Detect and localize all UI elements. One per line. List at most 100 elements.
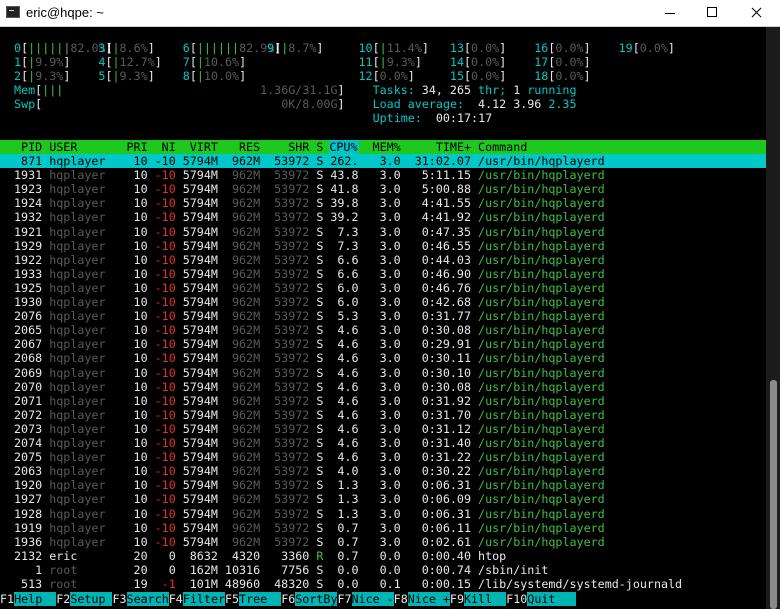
process-row[interactable]: 871 hqplayer 10 -10 5794M 962M 53972 S 262. 3.0 31… bbox=[0, 154, 766, 168]
column-header-mem[interactable]: MEM% bbox=[373, 140, 401, 154]
process-row[interactable]: 1927 hqplayer 10 -10 5794M 962M 53972 S 1.3 3.0 0:… bbox=[0, 492, 766, 506]
process-row[interactable]: 1933 hqplayer 10 -10 5794M 962M 53972 S 6.6 3.0 0:… bbox=[0, 267, 766, 281]
process-ni: -10 bbox=[154, 252, 176, 267]
process-s: S bbox=[316, 182, 324, 197]
process-row[interactable]: 2132 eric 20 0 8632 4320 3360 R 0.7 0.0 0:00.40 hto… bbox=[0, 549, 766, 563]
process-row[interactable]: 513 root 19 -1 101M 48960 48320 S 0.0 0.1 0:00.15 /… bbox=[0, 577, 766, 591]
column-header-ni[interactable]: NI bbox=[162, 140, 176, 154]
cpu-meter-percent: 9.3% bbox=[35, 69, 64, 83]
process-row[interactable]: 1922 hqplayer 10 -10 5794M 962M 53972 S 6.6 3.0 0:… bbox=[0, 253, 766, 267]
process-shr: 53972 bbox=[274, 323, 310, 338]
process-row[interactable]: 1921 hqplayer 10 -10 5794M 962M 53972 S 7.3 3.0 0:… bbox=[0, 225, 766, 239]
process-mem: 3.0 bbox=[379, 252, 401, 267]
scrollbar-thumb[interactable] bbox=[770, 380, 777, 609]
process-row[interactable]: 1928 hqplayer 10 -10 5794M 962M 53972 S 1.3 3.0 0:… bbox=[0, 507, 766, 521]
column-header-s[interactable]: S bbox=[316, 140, 323, 154]
process-row[interactable]: 2076 hqplayer 10 -10 5794M 962M 53972 S 5.3 3.0 0:… bbox=[0, 309, 766, 323]
fkey-label: Setup bbox=[70, 592, 113, 606]
process-row[interactable]: 2063 hqplayer 10 -10 5794M 962M 53972 S 4.0 3.0 0:… bbox=[0, 464, 766, 478]
process-user: hqplayer bbox=[49, 309, 106, 324]
fkey-f8[interactable]: F8Nice + bbox=[394, 592, 450, 606]
column-header-user[interactable]: USER bbox=[49, 140, 77, 154]
column-header-cpu[interactable]: CPU% bbox=[328, 140, 359, 154]
process-time: 0:31.92 bbox=[421, 393, 471, 408]
process-shr: 3360 bbox=[281, 548, 310, 563]
process-virt: 5794M bbox=[182, 506, 218, 521]
column-header-shr[interactable]: SHR bbox=[288, 140, 309, 154]
process-s: S bbox=[316, 506, 324, 521]
column-header-virt[interactable]: VIRT bbox=[190, 140, 218, 154]
process-row[interactable]: 1931 hqplayer 10 -10 5794M 962M 53972 S 43.8 3.0 5… bbox=[0, 168, 766, 182]
fkey-f10[interactable]: F10Quit bbox=[506, 592, 577, 606]
window-titlebar[interactable]: eric@hqpe: ~ bbox=[0, 0, 780, 27]
cpu-meter-3: 3[|8.6%] bbox=[98, 41, 154, 55]
cpu-meter-bars: | bbox=[196, 69, 204, 83]
close-button[interactable] bbox=[734, 0, 778, 26]
process-pri: 10 bbox=[133, 379, 148, 394]
column-header-pri[interactable]: PRI bbox=[127, 140, 148, 154]
process-row[interactable]: 2068 hqplayer 10 -10 5794M 962M 53972 S 4.6 3.0 0:… bbox=[0, 351, 766, 365]
process-cpu: 7.3 bbox=[337, 224, 359, 239]
process-row[interactable]: 1929 hqplayer 10 -10 5794M 962M 53972 S 7.3 3.0 0:… bbox=[0, 239, 766, 253]
cpu-meter-percent: 0.0% bbox=[555, 41, 584, 55]
process-pri: 10 bbox=[133, 238, 148, 253]
cpu-meter-percent: 9.3% bbox=[386, 55, 415, 69]
process-row[interactable]: 1930 hqplayer 10 -10 5794M 962M 53972 S 6.0 3.0 0:… bbox=[0, 295, 766, 309]
process-res: 962M bbox=[231, 492, 261, 507]
fkey-f9[interactable]: F9Kill bbox=[450, 592, 507, 606]
process-row[interactable]: 1920 hqplayer 10 -10 5794M 962M 53972 S 1.3 3.0 0:… bbox=[0, 478, 766, 492]
process-row[interactable]: 2069 hqplayer 10 -10 5794M 962M 53972 S 4.6 3.0 0:… bbox=[0, 366, 766, 380]
terminal-view[interactable]: 0[||||||82.0%] 3[|8.6%] 6[||||||82.9%] 9[|8… bbox=[0, 27, 766, 609]
process-row[interactable]: 1936 hqplayer 10 -10 5794M 962M 53972 S 0.7 3.0 0:… bbox=[0, 535, 766, 549]
column-header-res[interactable]: RES bbox=[239, 140, 260, 154]
process-shr: 53972 bbox=[274, 224, 310, 239]
process-mem: 3.0 bbox=[379, 407, 401, 422]
process-row[interactable]: 2072 hqplayer 10 -10 5794M 962M 53972 S 4.6 3.0 0:… bbox=[0, 408, 766, 422]
column-header-pid[interactable]: PID bbox=[21, 140, 42, 154]
process-table-header[interactable]: PID USER PRI NI VIRT RES SHR S CPU% MEM% TIME+ Comm… bbox=[0, 140, 766, 154]
meter-bracket: [ bbox=[105, 69, 113, 83]
process-row[interactable]: 1 root 20 0 162M 10316 7756 S 0.0 0.0 0:00.74/sbin… bbox=[0, 563, 766, 577]
fkey-f6[interactable]: F6SortBy bbox=[281, 592, 338, 606]
process-res: 962M bbox=[231, 323, 261, 338]
process-row[interactable]: 2065 hqplayer 10 -10 5794M 962M 53972 S 4.6 3.0 0:… bbox=[0, 323, 766, 337]
maximize-button[interactable] bbox=[690, 0, 734, 26]
process-cmd: /usr/bin/hqplayerd bbox=[478, 365, 605, 380]
process-row[interactable]: 2074 hqplayer 10 -10 5794M 962M 53972 S 4.6 3.0 0:… bbox=[0, 436, 766, 450]
process-mem: 3.0 bbox=[379, 379, 401, 394]
fkey-f1[interactable]: F1Help bbox=[0, 592, 57, 606]
process-row[interactable]: 2071 hqplayer 10 -10 5794M 962M 53972 S 4.6 3.0 0:… bbox=[0, 394, 766, 408]
fkey-f7[interactable]: F7Nice - bbox=[337, 592, 394, 606]
column-header-time[interactable]: TIME+ bbox=[436, 140, 471, 154]
cpu-meter-9: 9[|8.7%] bbox=[267, 41, 323, 55]
process-s: S bbox=[316, 252, 324, 267]
process-pri: 10 bbox=[133, 266, 148, 281]
process-s: S bbox=[316, 224, 324, 239]
running-value: 1 bbox=[513, 83, 521, 97]
process-row[interactable]: 2070 hqplayer 10 -10 5794M 962M 53972 S 4.6 3.0 0:… bbox=[0, 380, 766, 394]
fkey-f4[interactable]: F4Filter bbox=[169, 592, 225, 606]
fkey-f5[interactable]: F5Tree bbox=[225, 592, 282, 606]
fkey-f2[interactable]: F2Setup bbox=[56, 592, 113, 606]
process-cmd: /usr/bin/hqplayerd bbox=[478, 351, 605, 366]
process-pid: 1925 bbox=[14, 280, 43, 295]
cpu-meter-8: 8[|10.0%] bbox=[183, 69, 246, 83]
process-cmd: /usr/bin/hqplayerd bbox=[478, 182, 605, 197]
process-row[interactable]: 1925 hqplayer 10 -10 5794M 962M 53972 S 6.0 3.0 0:… bbox=[0, 281, 766, 295]
process-row[interactable]: 1923 hqplayer 10 -10 5794M 962M 53972 S 41.8 3.0 5… bbox=[0, 182, 766, 196]
process-row[interactable]: 1932 hqplayer 10 -10 5794M 962M 53972 S 39.2 3.0 4… bbox=[0, 210, 766, 224]
column-header-command[interactable]: Command bbox=[478, 140, 527, 154]
process-ni: -10 bbox=[154, 492, 176, 507]
process-row[interactable]: 2075 hqplayer 10 -10 5794M 962M 53972 S 4.6 3.0 0:… bbox=[0, 450, 766, 464]
process-row[interactable]: 2073 hqplayer 10 -10 5794M 962M 53972 S 4.6 3.0 0:… bbox=[0, 422, 766, 436]
cpu-meter-13: 13[0.0%] bbox=[450, 41, 506, 55]
terminal-scrollbar[interactable] bbox=[766, 27, 780, 609]
fkey-f3[interactable]: F3Search bbox=[112, 592, 169, 606]
process-cpu: 4.6 bbox=[337, 323, 359, 338]
process-row[interactable]: 1924 hqplayer 10 -10 5794M 962M 53972 S 39.8 3.0 4… bbox=[0, 196, 766, 210]
minimize-button[interactable] bbox=[648, 0, 692, 26]
process-row[interactable]: 1919 hqplayer 10 -10 5794M 962M 53972 S 0.7 3.0 0:… bbox=[0, 521, 766, 535]
process-time: 0:31.77 bbox=[421, 309, 471, 324]
process-row[interactable]: 2067 hqplayer 10 -10 5794M 962M 53972 S 4.6 3.0 0:… bbox=[0, 337, 766, 351]
process-shr: 53972 bbox=[274, 337, 310, 352]
